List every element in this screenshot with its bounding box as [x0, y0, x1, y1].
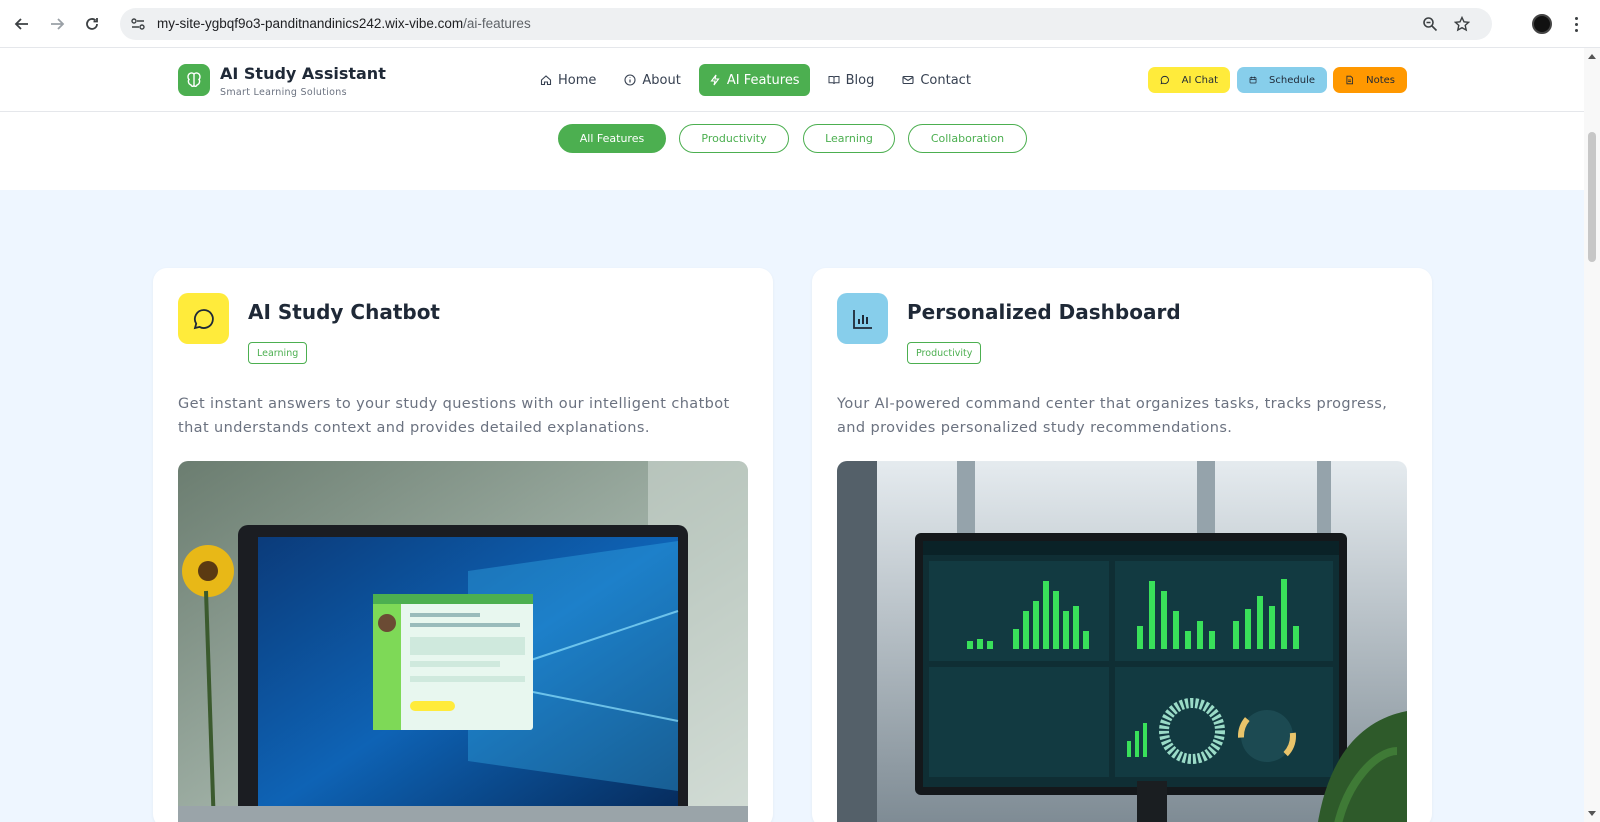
filter-learning[interactable]: Learning — [803, 124, 895, 153]
nav-blog-label: Blog — [845, 72, 875, 88]
reload-icon[interactable] — [80, 12, 104, 36]
site-header: AI Study Assistant Smart Learning Soluti… — [0, 48, 1584, 112]
feature-card-chatbot[interactable]: AI Study Chatbot Learning Get instant an… — [153, 268, 773, 822]
more-menu-icon[interactable] — [1568, 12, 1584, 36]
address-bar[interactable]: my-site-ygbqf9o3-panditnandinics242.wix-… — [120, 8, 1492, 40]
back-icon[interactable] — [10, 12, 34, 36]
nav-about[interactable]: About — [614, 64, 690, 96]
mail-icon — [902, 75, 914, 85]
notes-button[interactable]: Notes — [1333, 67, 1407, 93]
nav-contact-label: Contact — [920, 72, 971, 88]
ai-chat-button[interactable]: AI Chat — [1148, 67, 1230, 93]
card-description: Your AI-powered command center that orga… — [837, 396, 1388, 436]
calendar-icon — [1249, 76, 1257, 84]
zoom-icon[interactable] — [1420, 14, 1440, 34]
schedule-label: Schedule — [1269, 74, 1315, 86]
document-icon — [1346, 75, 1354, 85]
scroll-down-arrow-icon[interactable] — [1588, 811, 1596, 816]
brand-title[interactable]: AI Study Assistant — [220, 64, 386, 83]
filter-collaboration[interactable]: Collaboration — [908, 124, 1027, 153]
brand-subtitle: Smart Learning Solutions — [220, 87, 347, 98]
ai-chat-label: AI Chat — [1181, 74, 1218, 86]
filter-productivity[interactable]: Productivity — [679, 124, 789, 153]
nav-ai-features-label: AI Features — [726, 72, 800, 88]
book-icon — [828, 76, 840, 85]
scroll-up-arrow-icon[interactable] — [1588, 54, 1596, 59]
home-icon — [540, 75, 552, 86]
schedule-button[interactable]: Schedule — [1237, 67, 1327, 93]
features-section: AI Study Chatbot Learning Get instant an… — [0, 190, 1584, 822]
lightning-icon — [710, 74, 720, 86]
card-title: Personalized Dashboard — [907, 300, 1181, 324]
brain-logo-icon[interactable] — [178, 64, 210, 96]
scrollbar-thumb[interactable] — [1588, 132, 1596, 262]
card-description: Get instant answers to your study questi… — [178, 396, 730, 436]
nav-blog[interactable]: Blog — [818, 64, 885, 96]
main-nav: Home About AI Features Blog Contact — [530, 64, 981, 96]
card-tag: Productivity — [907, 342, 982, 364]
chat-icon — [1160, 75, 1169, 85]
bar-chart-icon — [837, 293, 888, 344]
url-text: my-site-ygbqf9o3-panditnandinics242.wix-… — [157, 16, 531, 31]
card-title: AI Study Chatbot — [248, 300, 440, 324]
bookmark-star-icon[interactable] — [1452, 14, 1472, 34]
forward-icon[interactable] — [45, 12, 69, 36]
laptop-chatbot-image — [178, 461, 748, 822]
feature-card-dashboard[interactable]: Personalized Dashboard Productivity Your… — [812, 268, 1432, 822]
nav-home[interactable]: Home — [530, 64, 606, 96]
feature-filters: All Features Productivity Learning Colla… — [0, 112, 1584, 190]
nav-contact[interactable]: Contact — [892, 64, 981, 96]
nav-ai-features[interactable]: AI Features — [698, 64, 810, 96]
notes-label: Notes — [1366, 74, 1395, 86]
browser-toolbar: my-site-ygbqf9o3-panditnandinics242.wix-… — [0, 0, 1600, 48]
card-tag: Learning — [248, 342, 308, 364]
chat-bubble-icon — [178, 293, 229, 344]
page-scrollbar[interactable] — [1584, 48, 1600, 822]
site-info-icon[interactable] — [130, 16, 146, 32]
info-icon — [624, 74, 636, 86]
nav-home-label: Home — [558, 72, 597, 88]
monitor-dashboard-image — [837, 461, 1407, 822]
filter-all-features[interactable]: All Features — [558, 124, 666, 153]
nav-about-label: About — [642, 72, 681, 88]
profile-avatar[interactable] — [1532, 14, 1552, 34]
